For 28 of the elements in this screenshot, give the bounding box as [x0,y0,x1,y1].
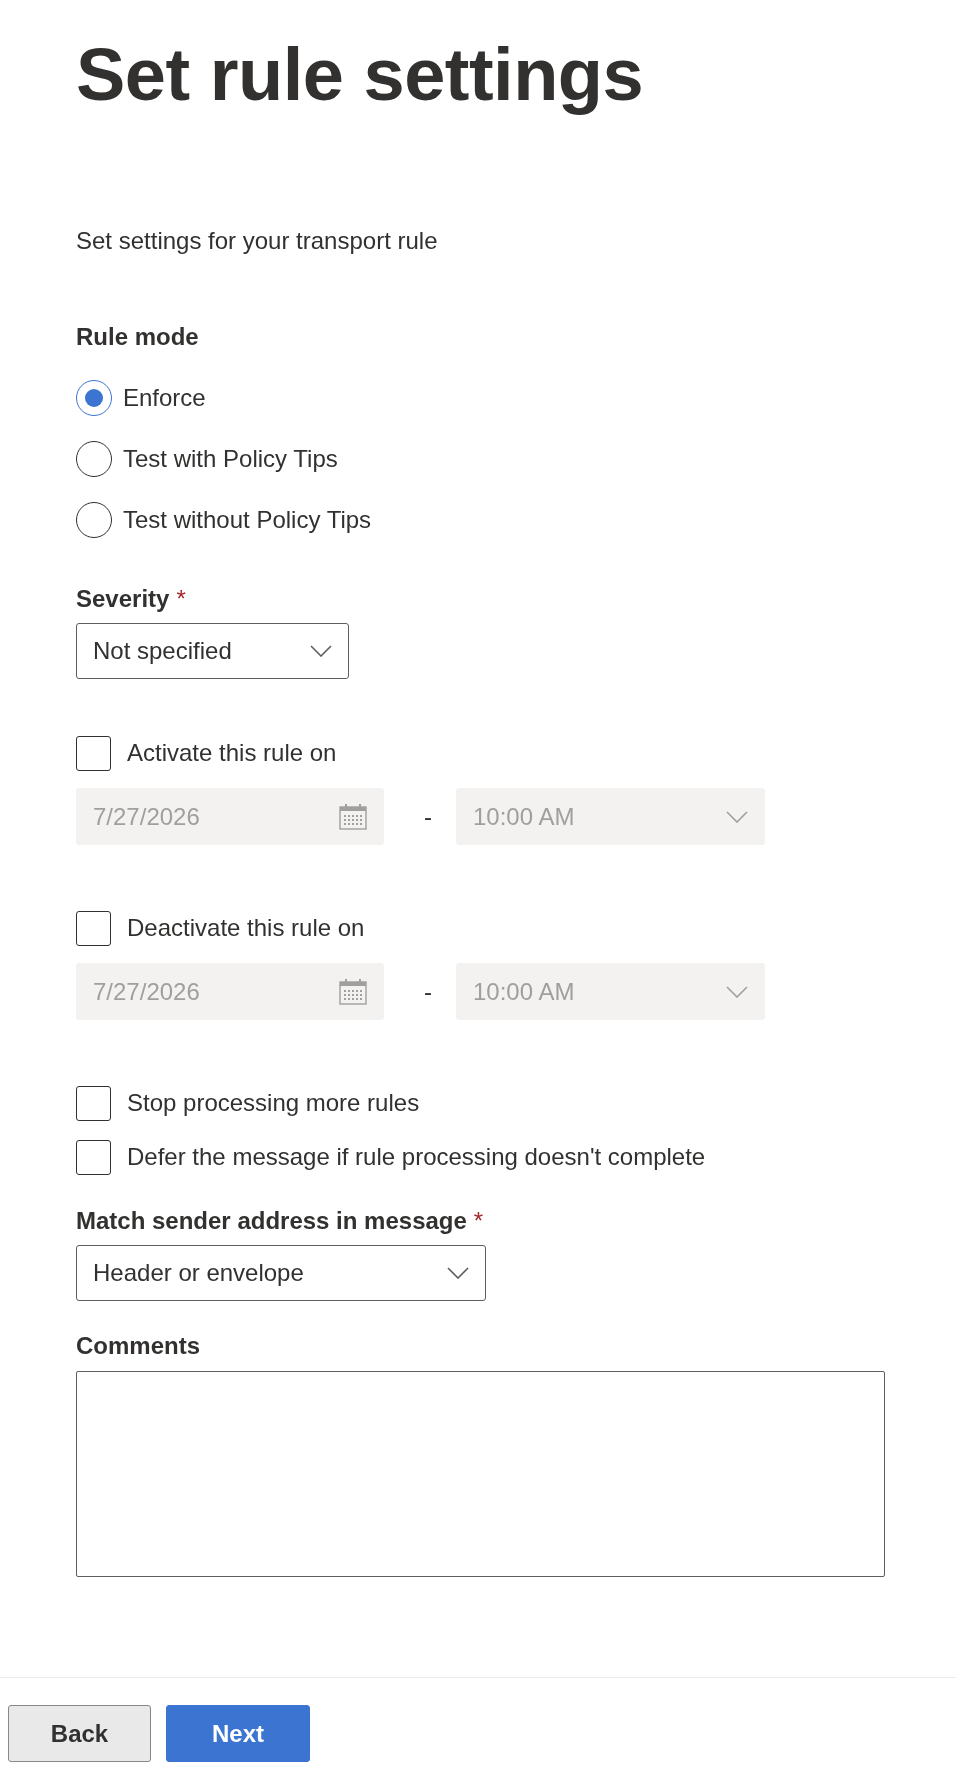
chevron-down-icon [726,985,748,998]
match-sender-dropdown[interactable]: Header or envelope [76,1245,486,1301]
field-label: Severity [76,584,170,614]
calendar-icon [339,978,367,1005]
radio-label[interactable]: Test with Policy Tips [123,443,338,475]
chevron-down-icon [447,1267,469,1279]
comments-field[interactable] [76,1371,885,1577]
field-label: Match sender address in message [76,1206,467,1236]
page-title: Set rule settings [76,32,644,118]
radio-label[interactable]: Test without Policy Tips [123,504,372,536]
checkbox-label[interactable]: Defer the message if rule processing doesn't complete [127,1141,706,1173]
radio-label[interactable]: Enforce [123,382,206,414]
checkbox[interactable] [76,1139,111,1175]
severity-dropdown[interactable]: Not specified [76,623,349,679]
date-time-separator: - [424,977,432,1006]
page-description: Set settings for your transport rule [76,226,438,256]
chevron-down-icon [726,810,748,823]
chevron-down-icon [310,645,332,657]
checkbox-label[interactable]: Stop processing more rules [127,1087,420,1119]
date-time-separator: - [424,802,432,831]
field-label: Comments [76,1331,201,1361]
checkbox[interactable] [76,1085,111,1121]
next-button[interactable]: Next [166,1705,310,1762]
required-asterisk: * [473,1206,484,1236]
calendar-icon [339,803,367,830]
section-label: Rule mode [76,322,199,352]
required-asterisk: * [176,584,186,614]
back-button[interactable]: Back [8,1705,151,1762]
